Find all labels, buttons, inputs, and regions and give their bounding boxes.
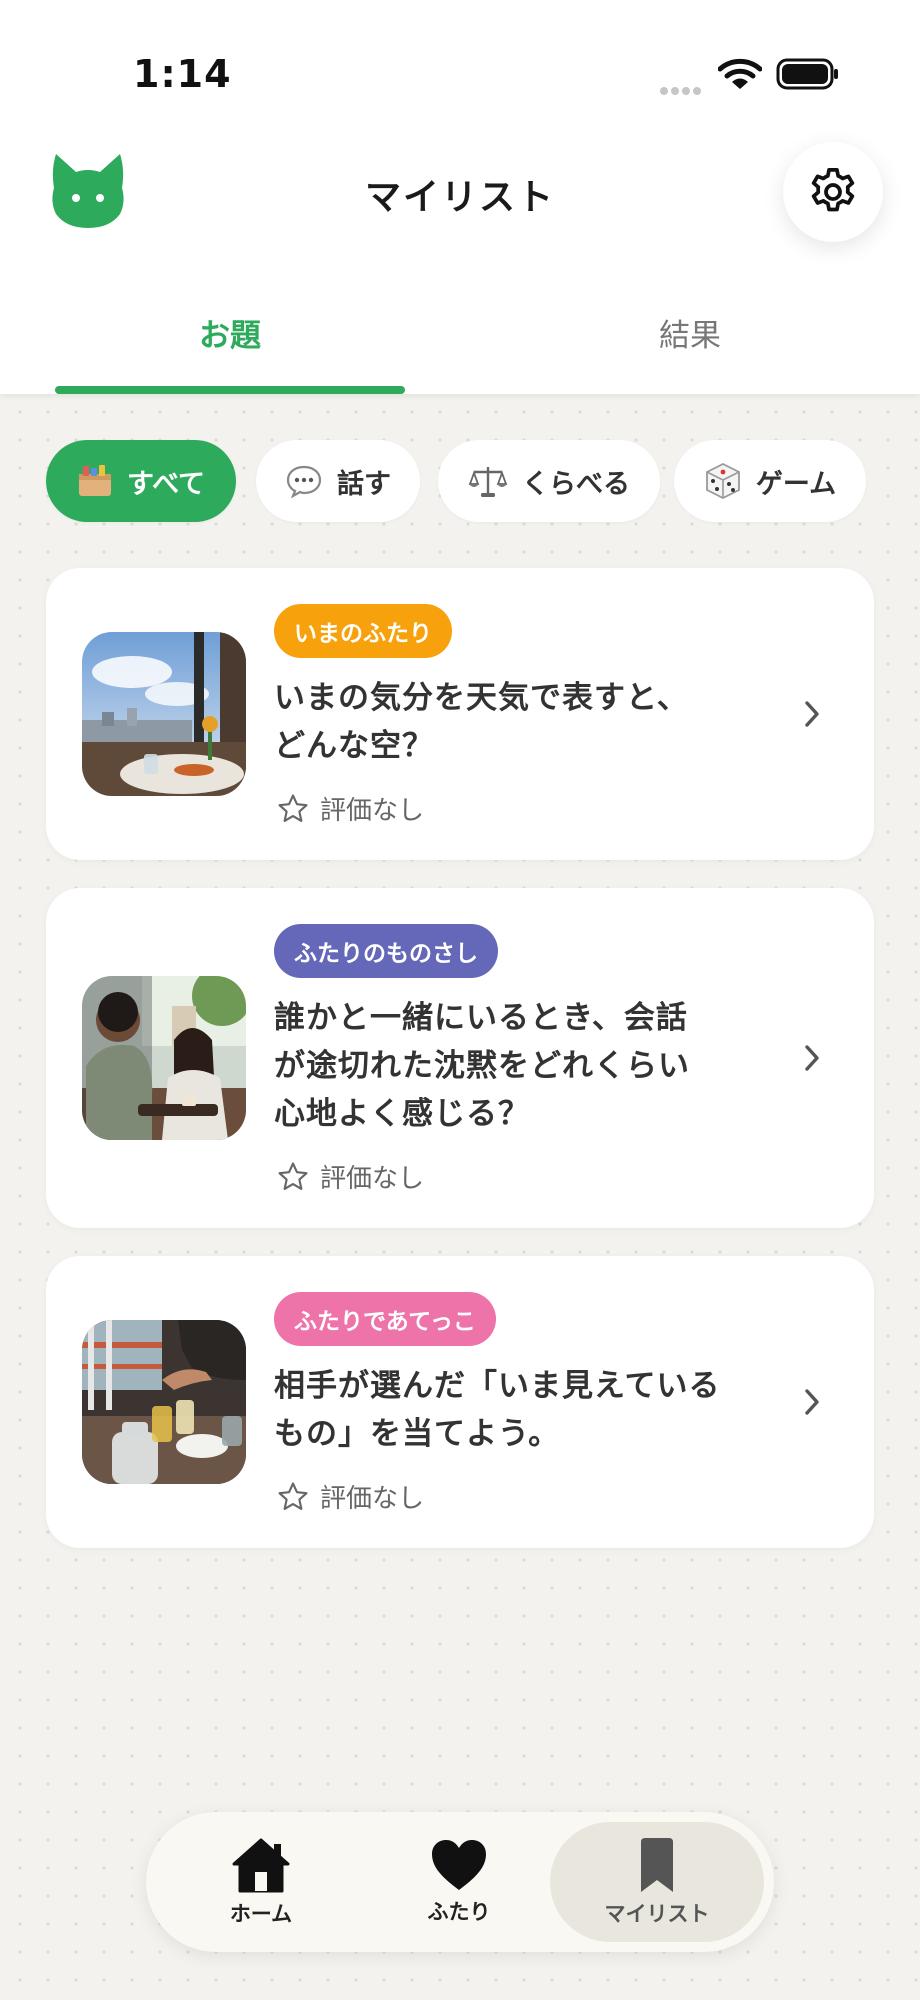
filter-chip-label: ゲーム [755, 468, 837, 500]
filter-chip-talk[interactable]: 話す [256, 440, 420, 522]
card-rating-label: 評価なし [320, 1484, 425, 1514]
tab-bar: お題 結果 [0, 300, 920, 394]
scale-icon [468, 464, 508, 498]
topic-card[interactable]: ふたりのものさし 誰かと一緒にいるとき、会話 が途切れた沈黙をどれくらい 心地よ… [46, 888, 874, 1228]
speech-bubble-icon [285, 464, 323, 498]
nav-label: ホーム [229, 1902, 293, 1926]
tab-results[interactable]: 結果 [515, 310, 865, 355]
nav-label: マイリスト [604, 1902, 710, 1926]
card-category-tag: ふたりであてっこ [274, 1292, 496, 1346]
filter-chip-compare[interactable]: くらべる [438, 440, 660, 522]
card-thumbnail-drinks-table [82, 1320, 246, 1484]
home-icon [232, 1838, 290, 1893]
chevron-right-icon [800, 1386, 824, 1422]
cellular-signal-icon [660, 80, 704, 99]
page-title: マイリスト [364, 177, 555, 218]
filter-chip-label: すべて [126, 468, 206, 500]
card-title: 相手が選んだ「いま見えている もの」を当てよう。 [274, 1368, 721, 1452]
card-rating-label: 評価なし [320, 1164, 425, 1194]
nav-label: ふたり [427, 1900, 491, 1924]
card-title: いまの気分を天気で表すと、 どんな空？ [274, 680, 689, 764]
battery-icon [776, 58, 840, 94]
card-rating: 評価なし [276, 790, 424, 827]
card-rating: 評価なし [276, 1478, 424, 1515]
settings-button[interactable] [783, 142, 883, 242]
status-time: 1:14 [133, 52, 232, 96]
nav-item-futari[interactable]: ふたり [354, 1822, 564, 1942]
active-tab-indicator [55, 386, 405, 394]
wifi-icon [717, 58, 763, 94]
box-icon [77, 464, 113, 498]
nav-item-home[interactable]: ホーム [156, 1822, 366, 1942]
filter-chip-all[interactable]: すべて [46, 440, 236, 522]
gear-icon [811, 167, 855, 212]
bottom-navigation: ホーム ふたり マイリスト [146, 1812, 774, 1952]
card-thumbnail-window-view [82, 632, 246, 796]
filter-chip-label: くらべる [522, 468, 630, 500]
card-thumbnail-cafe-couple [82, 976, 246, 1140]
card-category-tag: いまのふたり [274, 604, 452, 658]
heart-icon [432, 1840, 486, 1890]
tab-topics[interactable]: お題 [55, 310, 405, 355]
status-bar: 1:14 [0, 0, 920, 120]
bookmark-icon [641, 1838, 673, 1892]
card-title: 誰かと一緒にいるとき、会話 が途切れた沈黙をどれくらい 心地よく感じる？ [274, 1000, 690, 1132]
dice-icon [704, 462, 742, 500]
filter-chip-game[interactable]: ゲーム [674, 440, 866, 522]
chevron-right-icon [800, 698, 824, 734]
star-outline-icon [276, 792, 310, 826]
top-area: 1:14 マイリスト お題 結果 [0, 0, 920, 394]
topic-card[interactable]: いまのふたり いまの気分を天気で表すと、 どんな空？ 評価なし [46, 568, 874, 860]
card-rating-label: 評価なし [320, 796, 425, 826]
star-outline-icon [276, 1160, 310, 1194]
card-category-tag: ふたりのものさし [274, 924, 498, 978]
topic-card[interactable]: ふたりであてっこ 相手が選んだ「いま見えている もの」を当てよう。 評価なし [46, 1256, 874, 1548]
star-outline-icon [276, 1480, 310, 1514]
card-rating: 評価なし [276, 1158, 424, 1195]
nav-item-mylist[interactable]: マイリスト [550, 1822, 764, 1942]
filter-chip-label: 話す [337, 468, 391, 500]
chevron-right-icon [800, 1042, 824, 1078]
